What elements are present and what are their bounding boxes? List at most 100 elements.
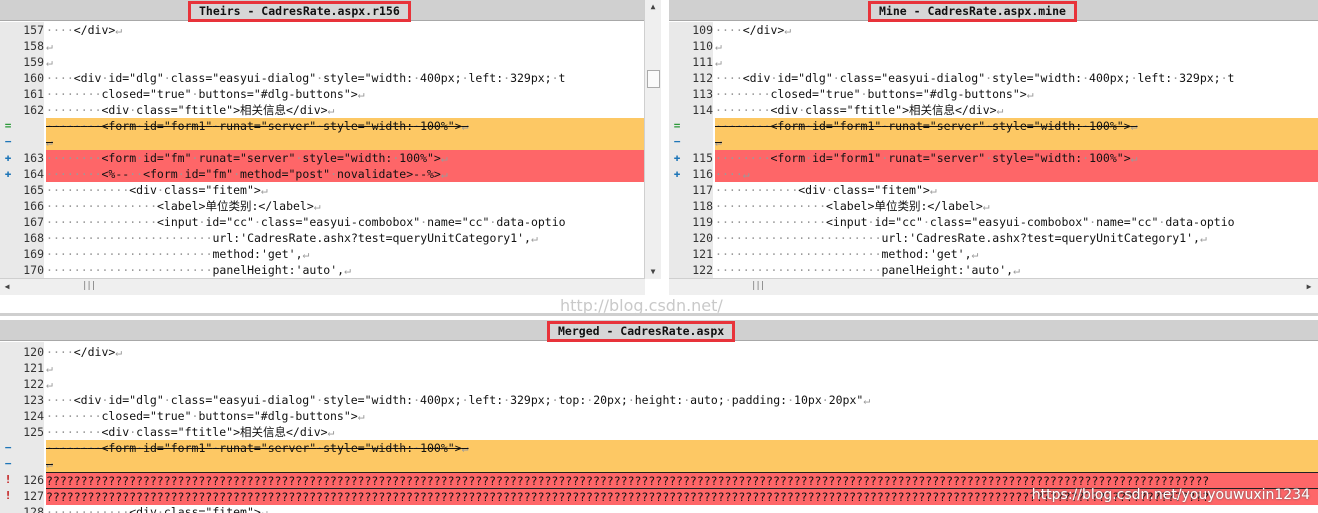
theirs-pane: Theirs - CadresRate.aspx.r156 157 ····</d…	[0, 0, 661, 295]
code-line[interactable]: 121 ↵	[0, 360, 1318, 376]
line-text: ····<div·id="dlg"·class="easyui-dialog"·…	[46, 393, 871, 407]
code-line[interactable]: − ↵	[669, 134, 1318, 150]
code-line[interactable]: 109 ····</div>↵	[669, 22, 1318, 38]
conflict-warning-icon[interactable]: !	[0, 472, 16, 488]
code-line[interactable]: 121 ························method:'get',…	[669, 246, 1318, 262]
merge-plus-icon[interactable]: ✚	[0, 166, 16, 182]
code-line[interactable]: = ········<form·id="form1"·runat="server"…	[0, 118, 645, 134]
line-number: 158	[16, 38, 44, 54]
scroll-right-icon[interactable]: ▶	[1302, 280, 1316, 294]
code-line[interactable]: 128 ············<div·class="fitem">↵	[0, 504, 1318, 513]
line-text: ········<div·class="ftitle">相关信息</div>↵	[46, 103, 335, 117]
code-line[interactable]: 160 ····<div·id="dlg"·class="easyui-dialo…	[0, 70, 645, 86]
code-line[interactable]: 114 ········<div·class="ftitle">相关信息</div…	[669, 102, 1318, 118]
merge-equal-icon[interactable]: =	[0, 118, 16, 134]
scroll-up-icon[interactable]: ▲	[646, 0, 660, 14]
merge-plus-icon[interactable]: ✚	[669, 150, 685, 166]
merge-plus-icon[interactable]: ✚	[669, 166, 685, 182]
code-line[interactable]: 167 ················<input·id="cc"·class=…	[0, 214, 645, 230]
theirs-horizontal-scrollbar[interactable]: ◀ |||	[0, 278, 645, 295]
theirs-scroll-thumb[interactable]	[647, 70, 660, 88]
mine-title: Mine - CadresRate.aspx.mine	[868, 1, 1077, 22]
line-text: ········closed="true"·buttons="#dlg-butt…	[46, 409, 365, 423]
line-number: 122	[16, 376, 44, 392]
code-line[interactable]: 120 ························url:'CadresRa…	[669, 230, 1318, 246]
code-line[interactable]: 166 ················<label>单位类别:</label>↵	[0, 198, 645, 214]
code-line[interactable]: 159 ↵	[0, 54, 645, 70]
line-number: 120	[685, 230, 713, 246]
line-text: ····</div>↵	[715, 23, 792, 37]
code-line[interactable]: 120 ····</div>↵	[0, 344, 1318, 360]
code-line[interactable]: 162 ········<div·class="ftitle">相关信息</div…	[0, 102, 645, 118]
code-line[interactable]: − ↵	[0, 134, 645, 150]
code-line[interactable]: ✚ 163 ········<form·id="fm"·runat="server"…	[0, 150, 645, 166]
line-text: ············<div·class="fitem">↵	[715, 183, 937, 197]
line-text: ························url:'CadresRate.…	[46, 231, 538, 245]
code-line[interactable]: 158 ↵	[0, 38, 645, 54]
code-line[interactable]: 110 ↵	[669, 38, 1318, 54]
code-line[interactable]: ✚ 115 ········<form·id="form1"·runat="serv…	[669, 150, 1318, 166]
merge-equal-icon[interactable]: =	[669, 118, 685, 134]
merge-minus-icon[interactable]: −	[0, 456, 16, 472]
line-text: ↵	[46, 361, 53, 375]
line-text: ↵	[46, 55, 53, 69]
line-text: ········closed="true"·buttons="#dlg-butt…	[715, 87, 1034, 101]
code-line[interactable]: 170 ························panelHeight:'…	[0, 262, 645, 278]
code-line[interactable]: 124 ········closed="true"·buttons="#dlg-b…	[0, 408, 1318, 424]
line-number: 157	[16, 22, 44, 38]
line-number: 167	[16, 214, 44, 230]
code-line[interactable]: 112 ····<div·id="dlg"·class="easyui-dialo…	[669, 70, 1318, 86]
mine-horizontal-scrollbar[interactable]: ||| ▶	[669, 278, 1318, 295]
scroll-grip-icon[interactable]: |||	[751, 281, 765, 291]
theirs-lines[interactable]: 157 ····</div>↵ 158 ↵ 159 ↵ 160 ····<div·id="dl…	[0, 22, 645, 294]
line-text: ↵	[46, 134, 645, 150]
code-line[interactable]: 165 ············<div·class="fitem">↵	[0, 182, 645, 198]
code-line[interactable]: ✚ 164 ········<%--··<form·id="fm"·method="…	[0, 166, 645, 182]
code-line[interactable]: ! 126????????????????????????????????????…	[0, 472, 1318, 489]
line-text: ↵	[715, 55, 722, 69]
watermark-corner: https://blog.csdn.net/youyouwuxin1234	[1031, 487, 1310, 503]
code-line[interactable]: 111 ↵	[669, 54, 1318, 70]
code-line[interactable]: ✚ 116 ····↵	[669, 166, 1318, 182]
code-line[interactable]: = ········<form·id="form1"·runat="server"…	[669, 118, 1318, 134]
code-line[interactable]: 161 ········closed="true"·buttons="#dlg-b…	[0, 86, 645, 102]
scroll-grip-icon[interactable]: |||	[82, 281, 96, 291]
line-number: 126	[16, 472, 44, 488]
code-line[interactable]: 117 ············<div·class="fitem">↵	[669, 182, 1318, 198]
scroll-down-icon[interactable]: ▼	[646, 265, 660, 279]
code-line[interactable]: 122 ························panelHeight:'…	[669, 262, 1318, 278]
code-line[interactable]: 119 ················<input·id="cc"·class=…	[669, 214, 1318, 230]
line-number: 165	[16, 182, 44, 198]
code-line[interactable]: 169 ························method:'get',…	[0, 246, 645, 262]
mine-header: Mine - CadresRate.aspx.mine	[669, 0, 1318, 22]
merged-pane: Merged - CadresRate.aspx 120 ····</div>↵ 1…	[0, 320, 1318, 513]
code-line[interactable]: 123 ····<div·id="dlg"·class="easyui-dialo…	[0, 392, 1318, 408]
code-line[interactable]: 125 ········<div·class="ftitle">相关信息</div…	[0, 424, 1318, 440]
code-line[interactable]: 168 ························url:'CadresRa…	[0, 230, 645, 246]
code-line[interactable]: 122 ↵	[0, 376, 1318, 392]
merge-minus-icon[interactable]: −	[0, 440, 16, 456]
code-line[interactable]: 157 ····</div>↵	[0, 22, 645, 38]
code-line[interactable]: 113 ········closed="true"·buttons="#dlg-b…	[669, 86, 1318, 102]
code-line[interactable]: 118 ················<label>单位类别:</label>↵	[669, 198, 1318, 214]
merged-header: Merged - CadresRate.aspx	[0, 320, 1318, 342]
line-text: ········<form·id="form1"·runat="server"·…	[715, 118, 1318, 134]
code-line[interactable]: − ↵	[0, 456, 1318, 472]
conflict-warning-icon[interactable]: !	[0, 488, 16, 504]
code-line[interactable]: − ········<form·id="form1"·runat="server"…	[0, 440, 1318, 456]
theirs-title: Theirs - CadresRate.aspx.r156	[188, 1, 411, 22]
merge-plus-icon[interactable]: ✚	[0, 150, 16, 166]
line-number: 121	[685, 246, 713, 262]
theirs-vertical-scrollbar[interactable]: ▲ ▼	[644, 0, 661, 279]
line-number: 164	[16, 166, 44, 182]
mine-lines[interactable]: 109 ····</div>↵ 110 ↵ 111 ↵ 112 ····<div·id="dl…	[669, 22, 1318, 294]
line-number: 115	[685, 150, 713, 166]
line-number: 160	[16, 70, 44, 86]
line-text: ····↵	[715, 166, 1318, 182]
scroll-left-icon[interactable]: ◀	[0, 280, 14, 294]
line-text: ························panelHeight:'aut…	[715, 263, 1020, 277]
merge-minus-icon[interactable]: −	[669, 134, 685, 150]
merge-minus-icon[interactable]: −	[0, 134, 16, 150]
pane-divider[interactable]	[0, 313, 1318, 316]
line-number: 128	[16, 504, 44, 513]
